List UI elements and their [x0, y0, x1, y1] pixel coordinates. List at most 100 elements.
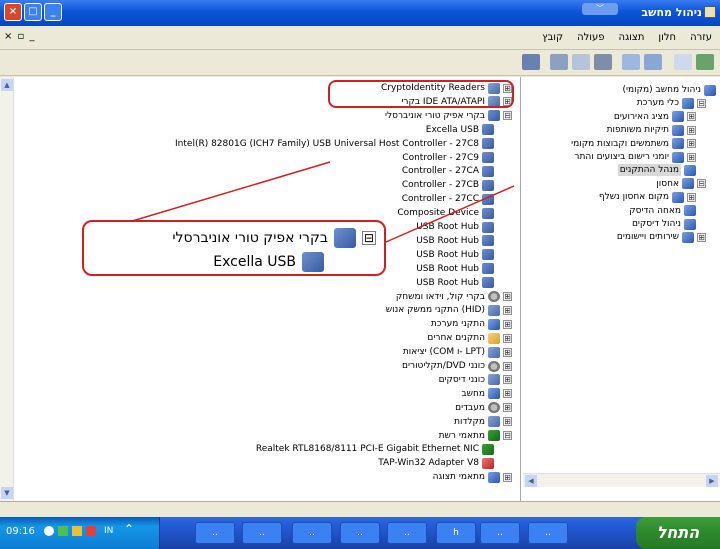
taskbar-button[interactable]: h [436, 522, 476, 544]
expander-icon[interactable]: ⊟ [697, 179, 706, 189]
taskbar-button[interactable]: .. [480, 522, 520, 544]
expander-icon[interactable]: ⊞ [687, 112, 696, 122]
console-tree-item[interactable]: מאחה הדיסק [629, 205, 696, 217]
device-tree-item[interactable]: ⊞ מקלדות [454, 416, 512, 428]
device-tree-item[interactable]: ⊞ כונני DVD/תקליטורים [402, 360, 512, 372]
device-tree-item[interactable]: ⊞ בקרי קול, וידאו ומשחק [396, 291, 512, 303]
expander-icon[interactable]: ⊞ [687, 139, 696, 149]
scroll-down-icon[interactable]: ▼ [1, 487, 13, 499]
console-tree-item[interactable]: ⊟ כלי מערכת [637, 97, 706, 109]
device-tree-item[interactable]: Excella USB [426, 124, 494, 136]
vertical-scrollbar[interactable]: ▲ ▼ [0, 77, 14, 501]
console-tree-item[interactable]: ניהול מחשב (מקומי) [623, 84, 716, 96]
device-tree-item[interactable]: ⊞ התקנים אחרים [427, 332, 512, 344]
device-tree-item[interactable]: ⊞ מחשב [461, 388, 512, 400]
tray-update-icon[interactable] [72, 526, 82, 536]
tray-security-icon[interactable] [58, 526, 68, 536]
expander-icon[interactable]: ⊞ [687, 192, 696, 202]
taskbar-button[interactable]: .. [340, 522, 380, 544]
device-tree-item[interactable]: ⊞ (HID) התקני ממשק אנוש [386, 304, 512, 316]
device-tree-item[interactable]: ⊞ התקני מערכת [431, 318, 512, 330]
device-tree-item[interactable]: USB Root Hub [416, 277, 494, 289]
properties-icon[interactable] [644, 54, 662, 70]
expander-icon[interactable]: ⊞ [503, 361, 512, 371]
device-tree-item[interactable]: USB Root Hub [416, 249, 494, 261]
taskbar-button[interactable]: .. [195, 522, 235, 544]
maximize-button[interactable]: □ [24, 3, 42, 21]
taskbar-button[interactable]: .. [387, 522, 427, 544]
expander-icon[interactable]: ⊞ [503, 305, 512, 315]
tray-chevron-icon[interactable]: ⌃ [124, 522, 134, 536]
menu-item[interactable]: עזרה [690, 32, 712, 43]
forward-icon[interactable] [696, 54, 714, 70]
expander-icon[interactable]: ⊞ [503, 292, 512, 301]
expander-icon[interactable]: ⊞ [503, 389, 512, 399]
refresh-icon[interactable] [550, 54, 568, 70]
tray-network-icon[interactable] [44, 526, 54, 536]
console-tree-item[interactable]: ⊞ תיקיות משותפות [607, 124, 696, 136]
device-tree-item[interactable]: ⊞ מעבדים [455, 402, 512, 414]
menu-item[interactable]: תצוגה [619, 32, 645, 43]
expander-icon[interactable]: ⊞ [503, 347, 512, 357]
scroll-left-icon[interactable]: ◀ [525, 475, 537, 487]
expander-icon[interactable]: ⊟ [697, 98, 706, 108]
console-tree-item[interactable]: ⊟ אחסון [656, 178, 706, 190]
console-tree-item[interactable]: ⊞ מקום אחסון נשלף [599, 191, 696, 203]
language-indicator[interactable]: IN [104, 526, 113, 536]
help-icon[interactable] [572, 54, 590, 70]
device-tree-item[interactable]: Controller - 27CB [402, 179, 494, 191]
tray-alert-icon[interactable] [86, 526, 96, 536]
device-tree-item[interactable]: TAP-Win32 Adapter V8 [378, 457, 494, 469]
expander-icon[interactable]: ⊞ [687, 152, 696, 162]
menu-item[interactable]: קובץ [542, 32, 563, 43]
back-icon[interactable] [674, 54, 692, 70]
taskbar-button[interactable]: .. [528, 522, 568, 544]
device-tree-item[interactable]: USB Root Hub [416, 235, 494, 247]
title-center-button[interactable]: ﹀ [582, 3, 618, 15]
device-tree-item[interactable]: Controller - 27CA [402, 165, 494, 177]
console-tree-item[interactable]: ניהול דיסקים [632, 218, 696, 230]
menu-item[interactable]: פעולה [577, 32, 604, 43]
device-tree-item[interactable]: Composite Device [397, 207, 494, 219]
horizontal-scrollbar[interactable]: ◀ ▶ [523, 473, 720, 487]
console-tree-item[interactable]: מנהל ההתקנים [617, 164, 696, 177]
console-tree-item[interactable]: ⊞ מציג האירועים [614, 111, 696, 123]
minimize-button[interactable]: _ [44, 3, 62, 21]
expander-icon[interactable]: ⊞ [503, 403, 512, 413]
expander-icon[interactable]: ⊞ [697, 232, 706, 242]
scan-hardware-icon[interactable] [522, 54, 540, 70]
device-tree-item[interactable]: Realtek RTL8168/8111 PCI-E Gigabit Ether… [256, 443, 494, 455]
device-tree-item[interactable]: ⊟ מתאמי רשת [439, 430, 512, 442]
start-button[interactable]: התחל [636, 517, 720, 549]
device-tree-item[interactable]: Controller - 27C9 [402, 152, 494, 164]
device-tree-label: Realtek RTL8168/8111 PCI-E Gigabit Ether… [255, 444, 479, 455]
expander-icon[interactable]: ⊞ [503, 375, 512, 385]
expander-icon[interactable]: ⊞ [687, 125, 696, 135]
console-tree-item[interactable]: ⊞ יומני רישום ביצועים והתר [574, 151, 696, 163]
device-tree-item[interactable]: ⊞ כונני דיסקים [439, 374, 512, 386]
console-tree-item[interactable]: ⊞ שירותים ויישומים [617, 231, 706, 243]
device-tree-item[interactable]: USB Root Hub [416, 221, 494, 233]
scroll-up-icon[interactable]: ▲ [1, 79, 13, 91]
expander-icon[interactable]: ⊟ [503, 111, 512, 121]
mdi-controls[interactable]: × ▫ _ [4, 31, 36, 42]
expander-icon[interactable]: ⊞ [503, 319, 512, 329]
console-tree-item[interactable]: ⊞ משתמשים וקבוצות מקומי [571, 138, 696, 150]
expander-icon[interactable]: ⊟ [503, 431, 512, 440]
taskbar-button[interactable]: .. [292, 522, 332, 544]
print-icon[interactable] [594, 54, 612, 70]
device-tree-item[interactable]: ⊟ בקרי אפיק טורי אוניברסלי [385, 110, 512, 122]
device-tree-item[interactable]: ⊞ (LPT -ו COM) יציאות [403, 346, 512, 358]
close-button[interactable]: × [4, 3, 22, 21]
device-tree-item[interactable]: USB Root Hub [416, 263, 494, 275]
expander-icon[interactable]: ⊞ [503, 472, 512, 482]
taskbar-button[interactable]: .. [242, 522, 282, 544]
device-tree-item[interactable]: Intel(R) 82801G (ICH7 Family) USB Univer… [175, 138, 494, 150]
view-icon[interactable] [622, 54, 640, 70]
device-tree-item[interactable]: Controller - 27CC [402, 193, 494, 205]
expander-icon[interactable]: ⊞ [503, 333, 512, 343]
device-tree-item[interactable]: ⊞ מתאמי תצוגה [433, 471, 512, 483]
expander-icon[interactable]: ⊞ [503, 417, 512, 427]
menu-item[interactable]: חלון [658, 32, 676, 43]
scroll-right-icon[interactable]: ▶ [706, 475, 718, 487]
